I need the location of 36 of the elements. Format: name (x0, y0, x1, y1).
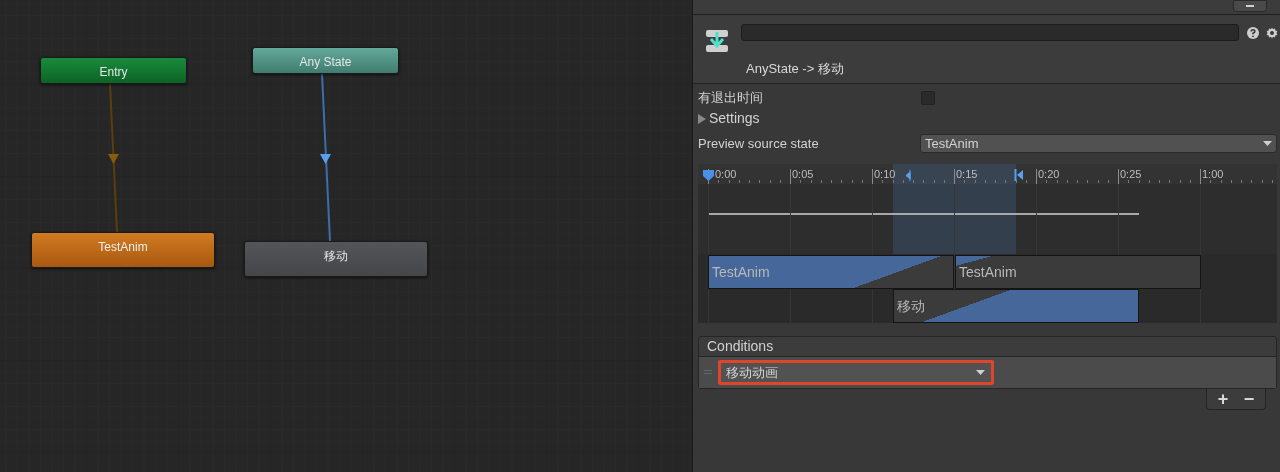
name-field[interactable] (741, 24, 1239, 41)
field-label: Preview source state (698, 134, 820, 153)
time-label: 1:00 (1202, 167, 1224, 181)
condition-dropdown[interactable]: 移动动画 (718, 360, 994, 385)
drag-handle-icon[interactable] (704, 370, 712, 375)
state-node[interactable]: Any State (252, 47, 399, 74)
clip-bar[interactable]: TestAnim (955, 255, 1201, 289)
clip-bar[interactable]: TestAnim (708, 255, 954, 289)
collapse-button[interactable] (1233, 0, 1267, 12)
minus-icon (1246, 5, 1254, 7)
transition-arrow[interactable] (320, 73, 331, 242)
transition-icon (705, 29, 729, 53)
time-label: 0:15 (956, 167, 978, 181)
help-icon[interactable] (1247, 26, 1259, 39)
add-button[interactable]: + (1211, 390, 1235, 408)
settings-foldout[interactable]: Settings (693, 108, 1280, 129)
time-label: 0:20 (1038, 167, 1060, 181)
state-node[interactable]: TestAnim (31, 232, 215, 268)
dropdown-arrow-icon (1263, 141, 1272, 146)
time-label: 0:05 (792, 167, 814, 181)
preview-state-dropdown[interactable]: TestAnim (920, 134, 1277, 153)
transition-arrow[interactable] (108, 83, 119, 233)
time-label: 0:10 (874, 167, 896, 181)
clip-bar[interactable]: 移动 (893, 289, 1139, 323)
dropdown-arrow-icon (976, 370, 985, 375)
time-label: 0:25 (1120, 167, 1142, 181)
settings-icon[interactable] (1266, 26, 1278, 39)
transition-end-handle[interactable] (1014, 169, 1024, 181)
field-label: 有退出时间 (698, 88, 764, 107)
playhead-marker[interactable] (702, 169, 715, 182)
transition-timeline[interactable]: 0:00 0:05 0:10 0:15 0:20 0:25 1:00 TestAnim TestAnim 移动 (698, 164, 1277, 323)
state-node[interactable]: 移动 (244, 241, 428, 277)
time-label: 0:00 (715, 167, 737, 181)
remove-button[interactable]: − (1237, 390, 1261, 408)
transition-title: AnyState -> 移动 (746, 60, 845, 78)
state-node[interactable]: Entry (40, 57, 187, 84)
